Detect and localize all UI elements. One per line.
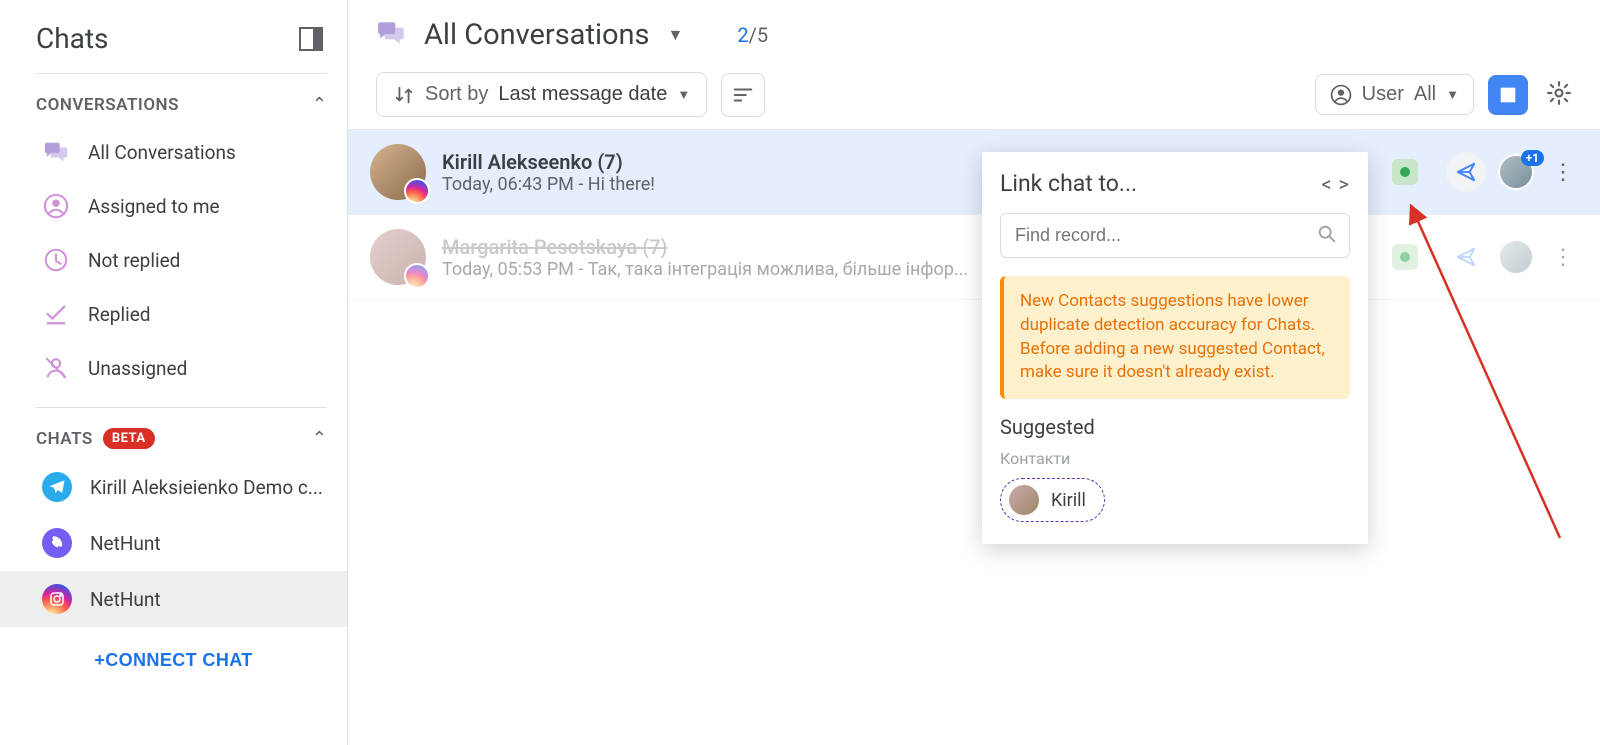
duplicate-warning: New Contacts suggestions have lower dupl… (1000, 276, 1350, 399)
user-filter-value: All (1414, 83, 1436, 106)
avatar (1009, 485, 1039, 515)
assignees[interactable] (1498, 239, 1534, 275)
nav-label: Unassigned (88, 357, 187, 380)
section-header-chats[interactable]: CHATS BETA ⌃ (0, 418, 347, 459)
link-chat-button[interactable] (1446, 152, 1486, 192)
search-icon (1316, 223, 1338, 249)
popover-prev-next[interactable]: < > (1321, 172, 1350, 196)
user-filter-button[interactable]: User All ▼ (1315, 74, 1474, 115)
nav-all-conversations[interactable]: All Conversations (0, 125, 347, 179)
section-label: CHATS (36, 429, 93, 449)
conversation-count: 2/5 (737, 23, 768, 47)
connect-chat-button[interactable]: +CONNECT CHAT (88, 649, 258, 672)
chat-source-instagram[interactable]: NetHunt (0, 571, 347, 627)
telegram-icon (42, 472, 72, 502)
sidebar-separator (36, 407, 327, 408)
chevron-down-icon: ▼ (677, 87, 690, 102)
assignees[interactable]: +1 (1498, 154, 1534, 190)
user-slash-icon (42, 354, 70, 382)
sort-value: Last message date (498, 83, 667, 106)
chevron-down-icon: ▼ (1446, 87, 1459, 102)
status-indicator (1392, 159, 1418, 185)
archive-icon (1497, 84, 1519, 106)
chats-nav: Kirill Aleksieienko Demo c... NetHunt Ne… (0, 459, 347, 627)
popover-title: Link chat to... (1000, 170, 1137, 197)
conversation-row[interactable]: Kirill Alekseenko (7) Today, 06:43 PM - … (348, 130, 1600, 215)
nav-not-replied[interactable]: Not replied (0, 233, 347, 287)
conversation-row[interactable]: Margarita Pesotskaya (7) Today, 05:53 PM… (348, 215, 1600, 300)
settings-button[interactable] (1542, 80, 1576, 110)
link-chat-button[interactable] (1446, 237, 1486, 277)
more-menu-button[interactable]: ⋮ (1546, 160, 1580, 185)
chevron-up-icon: ⌃ (312, 94, 327, 115)
section-label: CONVERSATIONS (36, 95, 179, 115)
sidebar-separator (36, 73, 327, 74)
chat-source-label: Kirill Aleksieienko Demo c... (90, 476, 323, 499)
chevron-up-icon: ⌃ (312, 428, 327, 449)
avatar (370, 144, 426, 200)
suggested-contact-chip[interactable]: Kirill (1000, 478, 1105, 522)
chevron-down-icon[interactable]: ▼ (668, 25, 684, 45)
suggested-contact-name: Kirill (1051, 490, 1086, 511)
user-filter-label: User (1362, 83, 1404, 106)
instagram-icon (404, 178, 430, 204)
avatar (1498, 239, 1534, 275)
instagram-icon (42, 584, 72, 614)
link-chat-popover: Link chat to... < > New Contacts suggest… (982, 152, 1368, 544)
avatar (370, 229, 426, 285)
viber-icon (42, 528, 72, 558)
main-panel: All Conversations ▼ 2/5 Sort by Last mes… (348, 0, 1600, 745)
sort-arrows-icon (393, 84, 415, 106)
gear-icon (1546, 80, 1572, 106)
nav-label: Not replied (88, 249, 180, 272)
conversations-nav: All Conversations Assigned to me Not rep… (0, 125, 347, 395)
sort-label: Sort by (425, 83, 488, 106)
suggested-group-label: Контакти (1000, 449, 1350, 468)
sort-order-button[interactable] (721, 73, 765, 117)
sort-button[interactable]: Sort by Last message date ▼ (376, 72, 707, 117)
nav-replied[interactable]: Replied (0, 287, 347, 341)
chat-source-label: NetHunt (90, 588, 161, 611)
find-record-input[interactable] (1000, 213, 1350, 258)
chat-source-viber[interactable]: NetHunt (0, 515, 347, 571)
chat-bubbles-icon (376, 18, 406, 52)
sidebar: Chats CONVERSATIONS ⌃ All Conversations … (0, 0, 348, 745)
chat-source-label: NetHunt (90, 532, 161, 555)
status-indicator (1392, 244, 1418, 270)
bars-descending-icon (732, 84, 754, 106)
more-menu-button[interactable]: ⋮ (1546, 245, 1580, 270)
conversation-list: Kirill Alekseenko (7) Today, 06:43 PM - … (348, 130, 1600, 745)
beta-badge: BETA (103, 428, 155, 449)
suggested-heading: Suggested (1000, 415, 1350, 439)
archive-button[interactable] (1488, 75, 1528, 115)
check-underline-icon (42, 300, 70, 328)
nav-label: Assigned to me (88, 195, 220, 218)
section-header-conversations[interactable]: CONVERSATIONS ⌃ (0, 84, 347, 125)
page-title[interactable]: All Conversations (424, 18, 650, 52)
chat-source-telegram[interactable]: Kirill Aleksieienko Demo c... (0, 459, 347, 515)
nav-label: All Conversations (88, 141, 236, 164)
paper-plane-icon (1455, 161, 1477, 183)
user-circle-icon (1330, 84, 1352, 106)
nav-unassigned[interactable]: Unassigned (0, 341, 347, 395)
nav-label: Replied (88, 303, 150, 326)
user-circle-icon (42, 192, 70, 220)
chat-bubbles-icon (42, 138, 70, 166)
paper-plane-icon (1455, 246, 1477, 268)
sidebar-title: Chats (36, 22, 109, 55)
assignee-count-badge: +1 (1521, 150, 1544, 166)
clock-icon (42, 246, 70, 274)
panel-toggle-icon[interactable] (299, 27, 323, 51)
instagram-icon (404, 263, 430, 289)
nav-assigned-to-me[interactable]: Assigned to me (0, 179, 347, 233)
